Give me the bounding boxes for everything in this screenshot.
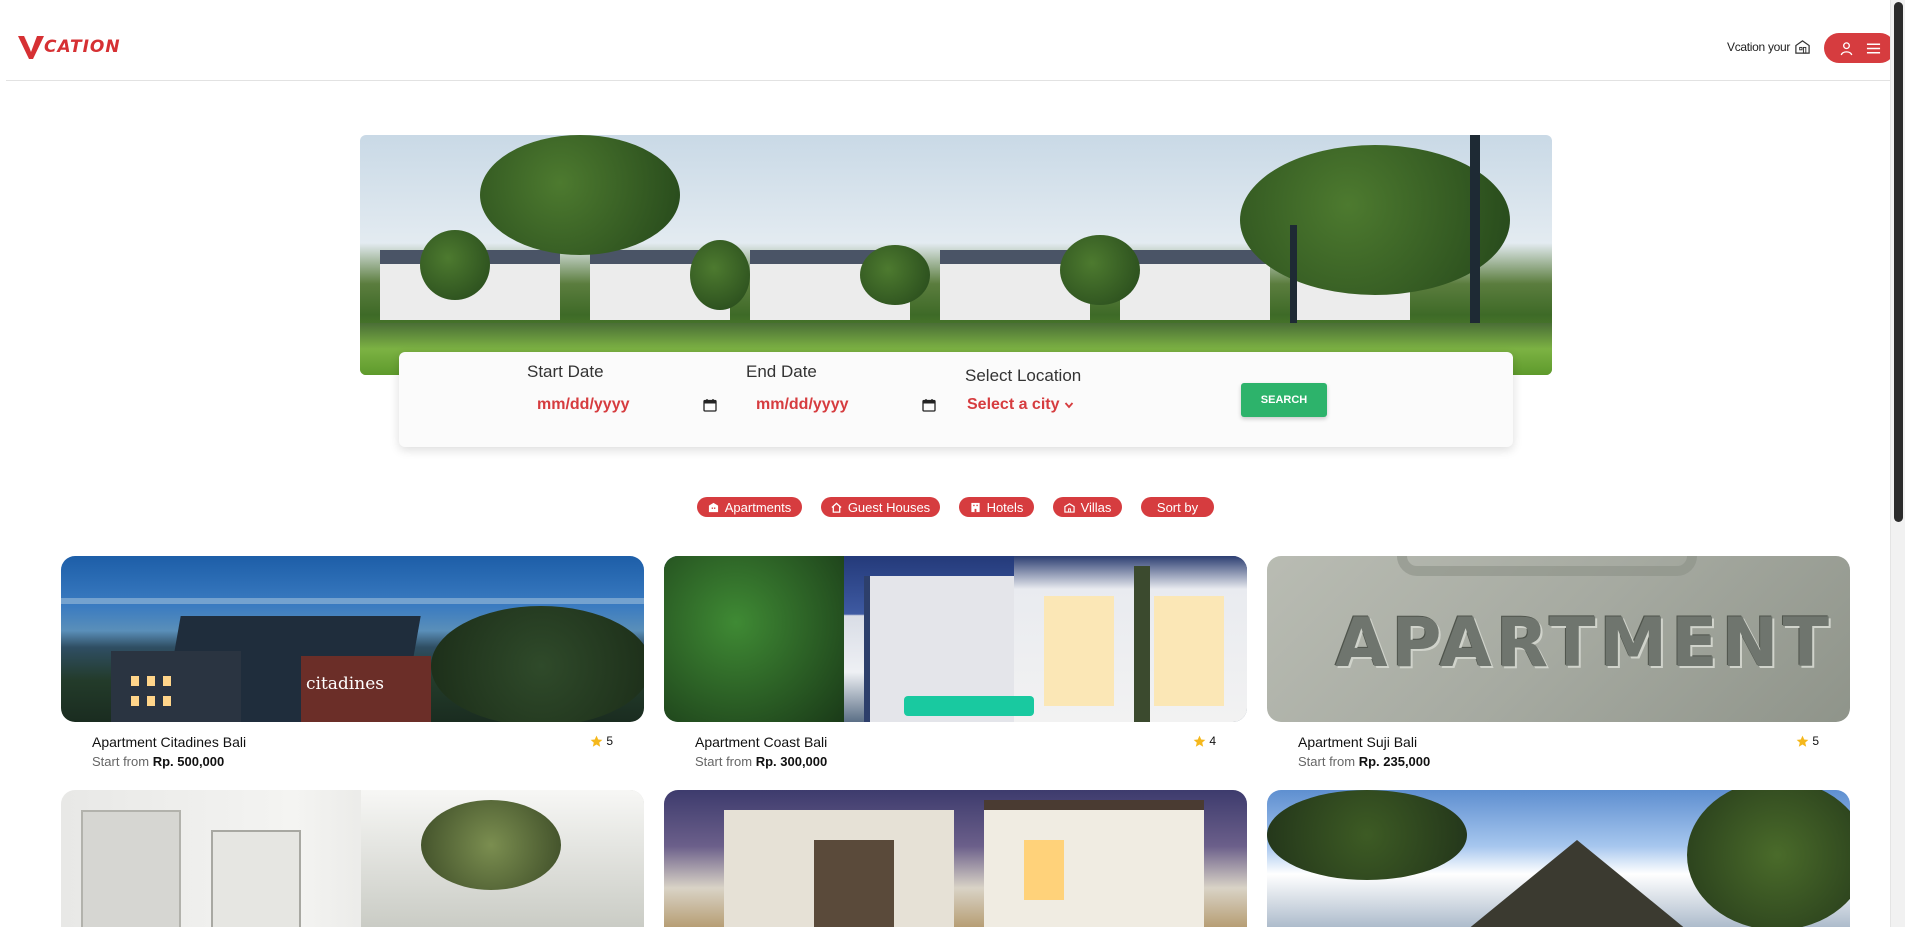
scrollbar-thumb[interactable]	[1894, 2, 1903, 522]
home-icon	[1795, 40, 1810, 54]
listing-image[interactable]	[664, 556, 1247, 722]
search-button[interactable]: SEARCH	[1241, 383, 1327, 417]
filter-hotels[interactable]: Hotels	[959, 497, 1034, 517]
logo-v-mark-icon	[18, 36, 44, 59]
user-menu-button[interactable]	[1824, 33, 1895, 63]
listing-price: Start from Rp. 235,000	[1298, 754, 1430, 769]
filter-label: Apartments	[724, 499, 792, 515]
category-filters: Apartments Guest Houses Hotels Villas So…	[0, 497, 1905, 517]
building-block	[111, 651, 241, 722]
price-prefix: Start from	[92, 754, 150, 769]
filter-label: Guest Houses	[847, 499, 931, 515]
city-select-value: Select a city	[967, 396, 1060, 413]
listing-rating: 5	[1796, 734, 1819, 748]
house-icon	[831, 502, 842, 513]
hero-tree	[420, 230, 490, 300]
hero-banner-image	[360, 135, 1552, 375]
listing-price: Start from Rp. 500,000	[92, 754, 224, 769]
listing-title[interactable]: Apartment Coast Bali	[695, 734, 827, 750]
lit-window	[131, 676, 139, 686]
rating-value: 5	[606, 734, 613, 748]
price-value: Rp. 500,000	[152, 754, 225, 769]
host-link[interactable]: Vcation your	[1727, 38, 1811, 55]
palm-foliage	[664, 556, 844, 722]
hero-tree	[1060, 235, 1140, 305]
pool	[904, 696, 1034, 716]
city-select[interactable]: Select a city	[967, 396, 1074, 414]
filter-apartments[interactable]: Apartments	[697, 497, 802, 517]
tree	[431, 606, 644, 722]
stone-pillar	[814, 840, 894, 927]
star-icon	[1193, 735, 1206, 747]
tree	[421, 800, 561, 890]
listing-card[interactable]: citadines Apartment Citadines Bali 5 Sta…	[61, 556, 644, 776]
listing-image[interactable]: APARTMENT	[1267, 556, 1850, 722]
end-date-input[interactable]: mm/dd/yyyy	[756, 391, 936, 419]
price-value: Rp. 235,000	[1358, 754, 1431, 769]
listing-image[interactable]	[61, 790, 644, 927]
logo-text: CATION	[44, 37, 121, 57]
calendar-icon[interactable]	[922, 398, 936, 412]
listing-rating: 5	[590, 734, 613, 748]
listing-price: Start from Rp. 300,000	[695, 754, 827, 769]
hero-tree	[860, 245, 930, 305]
listing-image-sign: APARTMENT	[1335, 604, 1833, 683]
rating-value: 4	[1209, 734, 1216, 748]
listing-rating: 4	[1193, 734, 1216, 748]
hamburger-menu-icon	[1866, 43, 1880, 53]
calendar-icon[interactable]	[703, 398, 717, 412]
listing-image[interactable]: citadines	[61, 556, 644, 722]
palm-trunk	[1134, 566, 1150, 722]
listing-card[interactable]: APARTMENT Apartment Suji Bali 5 Start fr…	[1267, 556, 1850, 776]
apartment-icon	[708, 502, 718, 512]
hero-building	[1120, 250, 1270, 320]
sort-by-label: Sort by	[1156, 499, 1199, 515]
star-icon	[590, 735, 603, 747]
chevron-down-icon	[1064, 402, 1073, 409]
tree	[1687, 790, 1850, 927]
user-icon	[1840, 41, 1852, 55]
host-link-label: Vcation your	[1727, 39, 1791, 54]
end-date-label: End Date	[746, 362, 817, 381]
listing-card[interactable]: Apartment Coast Bali 4 Start from Rp. 30…	[664, 556, 1247, 776]
listing-title[interactable]: Apartment Suji Bali	[1298, 734, 1417, 750]
vcation-logo[interactable]: CATION	[16, 33, 121, 61]
lit-window	[1024, 840, 1064, 900]
filter-label: Villas	[1080, 499, 1112, 515]
rating-value: 5	[1812, 734, 1819, 748]
listing-title[interactable]: Apartment Citadines Bali	[92, 734, 246, 750]
filter-guest-houses[interactable]: Guest Houses	[821, 497, 940, 517]
location-label: Select Location	[965, 366, 1082, 385]
sea-horizon	[61, 598, 644, 604]
price-prefix: Start from	[1298, 754, 1356, 769]
building-facade	[81, 810, 181, 927]
start-date-label: Start Date	[527, 362, 604, 381]
listing-image[interactable]	[664, 790, 1247, 927]
listing-image-sign: citadines	[306, 674, 384, 694]
filter-label: Hotels	[986, 499, 1024, 515]
end-date-placeholder: mm/dd/yyyy	[756, 396, 849, 413]
start-date-placeholder: mm/dd/yyyy	[537, 396, 630, 413]
price-value: Rp. 300,000	[755, 754, 828, 769]
lit-window	[1044, 596, 1114, 706]
villa-icon	[1063, 502, 1075, 513]
search-panel: Start Date mm/dd/yyyy End Date mm/dd/yyy…	[399, 352, 1513, 447]
hero-tree	[480, 135, 680, 255]
start-date-input[interactable]: mm/dd/yyyy	[537, 391, 717, 419]
tree-branch	[1267, 790, 1467, 880]
hero-tree	[690, 240, 750, 310]
price-prefix: Start from	[695, 754, 753, 769]
filter-villas[interactable]: Villas	[1053, 497, 1122, 517]
villa-wall	[984, 800, 1204, 927]
building-facade	[211, 830, 301, 927]
sort-by-button[interactable]: Sort by	[1141, 497, 1214, 517]
page: CATION Vcation your Start Date mm/dd/yyy…	[0, 0, 1905, 927]
top-navbar: CATION Vcation your	[6, 0, 1905, 81]
sign-letters-top	[1397, 556, 1697, 576]
page-scrollbar[interactable]	[1890, 0, 1905, 927]
hotel-icon	[970, 502, 980, 512]
cabin-roof	[1467, 840, 1687, 927]
listing-image[interactable]	[1267, 790, 1850, 927]
star-icon	[1796, 735, 1809, 747]
